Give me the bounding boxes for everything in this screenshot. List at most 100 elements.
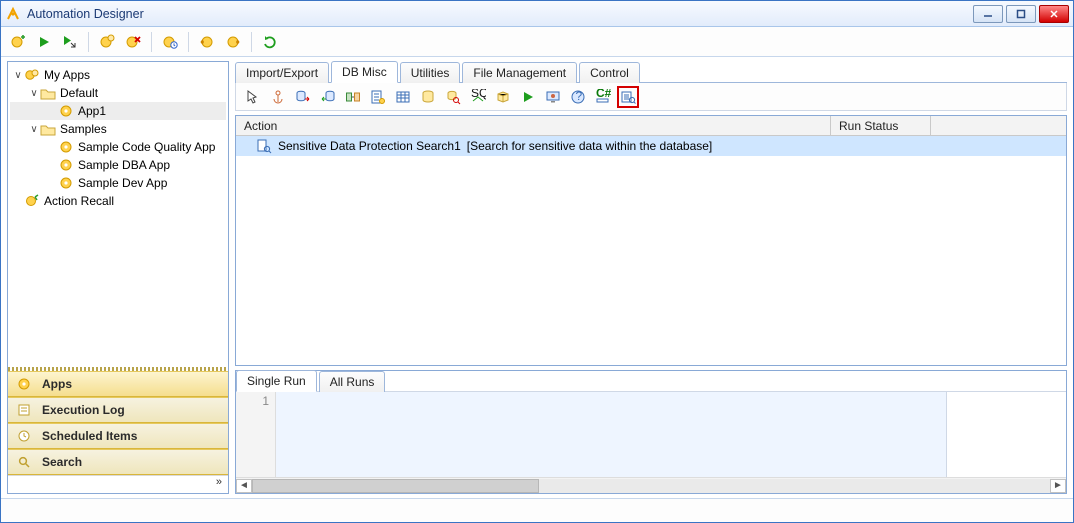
window-title: Automation Designer [27, 7, 144, 21]
title-bar: Automation Designer [1, 1, 1073, 27]
monitor-button[interactable] [542, 86, 564, 108]
tab-import-export[interactable]: Import/Export [235, 62, 329, 83]
icon-toolbar: SQL ? C# [235, 83, 1067, 111]
folder-icon [40, 85, 56, 101]
svg-text:SQL: SQL [471, 89, 486, 100]
log-tabstrip: Single Run All Runs [236, 371, 1066, 391]
tab-control[interactable]: Control [579, 62, 640, 83]
tree-node-default[interactable]: ∨ Default [10, 84, 226, 102]
svg-text:C#: C# [596, 89, 611, 100]
window-frame: Automation Designer ∨ [0, 0, 1074, 523]
editor-gutter: 1 [236, 392, 276, 477]
col-action[interactable]: Action [236, 116, 831, 135]
run-select-button[interactable] [59, 31, 81, 53]
tab-file-management[interactable]: File Management [462, 62, 577, 83]
code-tool-button[interactable]: C# [592, 86, 614, 108]
scroll-left-button[interactable]: ◄ [236, 479, 252, 493]
help-button[interactable]: ? [567, 86, 589, 108]
search-icon [16, 454, 32, 470]
tree-label: Default [60, 86, 98, 100]
left-panel: ∨ My Apps ∨ Default App1 ∨ [7, 61, 229, 494]
nav-overflow[interactable]: » [8, 475, 228, 493]
folder-icon [40, 121, 56, 137]
chevron-down-icon[interactable]: ∨ [12, 70, 24, 81]
add-item-button[interactable] [96, 31, 118, 53]
db-export-button[interactable] [292, 86, 314, 108]
run-sql-button[interactable] [517, 86, 539, 108]
grid-body[interactable]: Sensitive Data Protection Search1 [Searc… [236, 136, 1066, 365]
app-tree[interactable]: ∨ My Apps ∨ Default App1 ∨ [8, 62, 228, 367]
tree-node-sample[interactable]: Sample DBA App [10, 156, 226, 174]
tree-node-sample[interactable]: Sample Dev App [10, 174, 226, 192]
nav-apps[interactable]: Apps [8, 371, 228, 397]
new-app-button[interactable] [7, 31, 29, 53]
body: ∨ My Apps ∨ Default App1 ∨ [1, 57, 1073, 498]
tab-utilities[interactable]: Utilities [400, 62, 461, 83]
tree-node-app1[interactable]: App1 [10, 102, 226, 120]
anchor-tool-button[interactable] [267, 86, 289, 108]
log-pane: Single Run All Runs 1 ◄ ► [235, 370, 1067, 494]
schedule-button[interactable] [159, 31, 181, 53]
script-button[interactable] [367, 86, 389, 108]
top-tabstrip: Import/Export DB Misc Utilities File Man… [235, 61, 1067, 83]
tab-all-runs[interactable]: All Runs [319, 371, 386, 392]
tab-single-run[interactable]: Single Run [236, 370, 317, 392]
db-button[interactable] [417, 86, 439, 108]
editor-area[interactable] [276, 392, 946, 477]
row-desc: [Search for sensitive data within the da… [467, 139, 712, 153]
tree-label: Sample Code Quality App [78, 140, 215, 154]
sensitive-search-button[interactable] [617, 86, 639, 108]
gear-icon [58, 157, 74, 173]
scroll-thumb[interactable] [252, 479, 539, 493]
col-spacer [931, 116, 1066, 135]
grid-header: Action Run Status [236, 116, 1066, 136]
status-bar [1, 498, 1073, 522]
tree-label: Sample DBA App [78, 158, 170, 172]
nav-label: Apps [42, 377, 72, 391]
package-button[interactable] [492, 86, 514, 108]
recall-icon [24, 193, 40, 209]
run-button[interactable] [33, 31, 55, 53]
tree-label: App1 [78, 104, 106, 118]
gear-icon [58, 103, 74, 119]
compare-button[interactable] [342, 86, 364, 108]
scroll-right-button[interactable]: ► [1050, 479, 1066, 493]
right-panel: Import/Export DB Misc Utilities File Man… [235, 61, 1067, 494]
tab-db-misc[interactable]: DB Misc [331, 61, 398, 83]
h-scrollbar[interactable]: ◄ ► [236, 477, 1066, 493]
db-import-button[interactable] [317, 86, 339, 108]
close-button[interactable] [1039, 5, 1069, 23]
tree-node-samples[interactable]: ∨ Samples [10, 120, 226, 138]
tree-label: Samples [60, 122, 107, 136]
remove-item-button[interactable] [122, 31, 144, 53]
log-icon [16, 402, 32, 418]
nav-search[interactable]: Search [8, 449, 228, 475]
nav-execution-log[interactable]: Execution Log [8, 397, 228, 423]
search-db-button[interactable] [442, 86, 464, 108]
nav-list: Apps Execution Log Scheduled Items Searc… [8, 371, 228, 475]
maximize-button[interactable] [1006, 5, 1036, 23]
nav-scheduled-items[interactable]: Scheduled Items [8, 423, 228, 449]
tree-node-my-apps[interactable]: ∨ My Apps [10, 66, 226, 84]
import-button[interactable] [196, 31, 218, 53]
chevron-down-icon[interactable]: ∨ [28, 124, 40, 135]
refresh-button[interactable] [259, 31, 281, 53]
app-icon [5, 6, 21, 22]
sql-button[interactable]: SQL [467, 86, 489, 108]
tree-node-action-recall[interactable]: Action Recall [10, 192, 226, 210]
svg-text:?: ? [576, 89, 583, 103]
gear-icon [58, 139, 74, 155]
chevron-down-icon[interactable]: ∨ [28, 88, 40, 99]
tree-label: My Apps [44, 68, 90, 82]
row-name: Sensitive Data Protection Search1 [278, 139, 461, 153]
clock-icon [16, 428, 32, 444]
grid-button[interactable] [392, 86, 414, 108]
grid-row[interactable]: Sensitive Data Protection Search1 [Searc… [236, 136, 1066, 156]
nav-label: Scheduled Items [42, 429, 137, 443]
pointer-tool-button[interactable] [242, 86, 264, 108]
export-button[interactable] [222, 31, 244, 53]
minimize-button[interactable] [973, 5, 1003, 23]
tree-node-sample[interactable]: Sample Code Quality App [10, 138, 226, 156]
nav-label: Search [42, 455, 82, 469]
col-run-status[interactable]: Run Status [831, 116, 931, 135]
